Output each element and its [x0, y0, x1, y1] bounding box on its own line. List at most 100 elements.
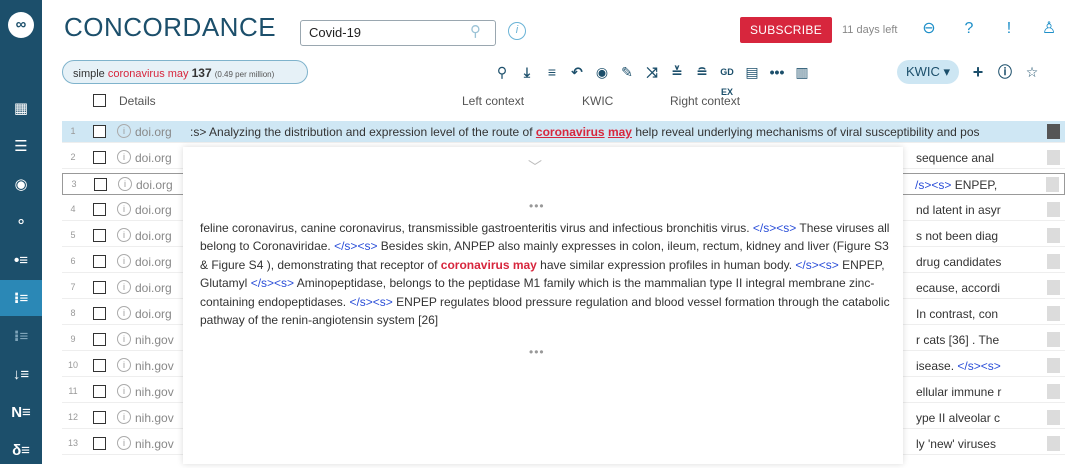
- document-icon[interactable]: [1047, 124, 1060, 139]
- row-checkbox[interactable]: [93, 385, 106, 398]
- query-count: 137: [191, 66, 212, 80]
- document-icon[interactable]: ▤: [742, 62, 762, 82]
- select-all-checkbox[interactable]: [93, 94, 106, 107]
- document-icon[interactable]: [1047, 358, 1060, 373]
- info-icon[interactable]: i: [117, 436, 131, 450]
- view-options-icon[interactable]: ≡: [542, 62, 562, 82]
- row-checkbox[interactable]: [93, 437, 106, 450]
- context-text: feline coronavirus, canine coronavirus, …: [200, 219, 900, 329]
- row-source[interactable]: doi.org: [135, 125, 172, 139]
- row-checkbox[interactable]: [93, 203, 106, 216]
- menu-icon[interactable]: ☰: [0, 128, 42, 164]
- info-icon[interactable]: i: [117, 358, 131, 372]
- query-summary[interactable]: simple coronavirus may 137 (0.49 per mil…: [62, 60, 308, 84]
- info-icon[interactable]: i: [117, 410, 131, 424]
- row-checkbox[interactable]: [94, 178, 107, 191]
- row-source[interactable]: doi.org: [135, 203, 172, 217]
- more-icon[interactable]: •••: [767, 62, 787, 82]
- sort-list-icon[interactable]: ↓≡: [0, 356, 42, 392]
- link-icon[interactable]: ⊖: [918, 18, 940, 40]
- info-icon[interactable]: ⓘ: [995, 62, 1015, 82]
- frequency-chart-icon[interactable]: ▥: [792, 62, 812, 82]
- document-icon[interactable]: [1047, 228, 1060, 243]
- info-icon[interactable]: i: [508, 22, 526, 40]
- ngram-icon[interactable]: N≡: [0, 394, 42, 430]
- row-checkbox[interactable]: [93, 281, 106, 294]
- document-icon[interactable]: [1047, 436, 1060, 451]
- expand-right-button[interactable]: •••: [529, 345, 545, 359]
- document-icon[interactable]: [1047, 306, 1060, 321]
- target-icon[interactable]: ◉: [0, 166, 42, 202]
- info-icon[interactable]: i: [118, 177, 132, 191]
- row-checkbox[interactable]: [93, 359, 106, 372]
- subscribe-button[interactable]: SUBSCRIBE: [740, 17, 832, 43]
- context-popup[interactable]: ﹀ ••• feline coronavirus, canine coronav…: [183, 147, 903, 464]
- keyword[interactable]: coronavirus: [536, 125, 605, 139]
- row-source[interactable]: doi.org: [135, 229, 172, 243]
- document-icon[interactable]: [1047, 202, 1060, 217]
- row-checkbox[interactable]: [93, 307, 106, 320]
- keyword[interactable]: may: [608, 125, 632, 139]
- filter-icon[interactable]: ≘: [692, 62, 712, 82]
- table-row[interactable]: 1 i doi.org :s> Analyzing the distributi…: [62, 121, 1065, 143]
- filter-icon[interactable]: ⚬: [0, 204, 42, 240]
- help-icon[interactable]: ?: [958, 18, 980, 40]
- document-icon[interactable]: [1047, 280, 1060, 295]
- row-source[interactable]: doi.org: [135, 151, 172, 165]
- document-icon[interactable]: [1047, 254, 1060, 269]
- chevron-down-icon[interactable]: ﹀: [528, 157, 542, 177]
- user-icon[interactable]: ♙: [1038, 18, 1060, 40]
- info-icon[interactable]: i: [117, 228, 131, 242]
- expand-left-button[interactable]: •••: [529, 199, 545, 213]
- document-icon[interactable]: [1047, 150, 1060, 165]
- document-icon[interactable]: [1047, 410, 1060, 425]
- row-source[interactable]: nih.gov: [135, 437, 174, 451]
- concordance-parallel-icon[interactable]: ⁝≡: [0, 318, 42, 354]
- add-icon[interactable]: +: [968, 62, 988, 82]
- favorite-star-icon[interactable]: ☆: [1022, 62, 1042, 82]
- row-source[interactable]: doi.org: [135, 255, 172, 269]
- document-icon[interactable]: [1047, 384, 1060, 399]
- feedback-icon[interactable]: !: [998, 18, 1020, 40]
- gdex-icon[interactable]: ✎: [617, 62, 637, 82]
- gdex-examples-icon[interactable]: GD EX: [717, 62, 737, 97]
- info-icon[interactable]: i: [117, 280, 131, 294]
- dashboard-icon[interactable]: ▦: [0, 90, 42, 126]
- row-checkbox[interactable]: [93, 151, 106, 164]
- row-checkbox[interactable]: [93, 411, 106, 424]
- eye-icon[interactable]: ◉: [592, 62, 612, 82]
- info-icon[interactable]: i: [117, 332, 131, 346]
- row-source[interactable]: nih.gov: [135, 411, 174, 425]
- keywords-icon[interactable]: δ≡: [0, 432, 42, 468]
- shuffle-icon[interactable]: ⤨: [642, 62, 662, 82]
- row-checkbox[interactable]: [93, 255, 106, 268]
- download-icon[interactable]: ⤓: [517, 62, 537, 82]
- info-icon[interactable]: i: [117, 150, 131, 164]
- info-icon[interactable]: i: [117, 306, 131, 320]
- row-source[interactable]: nih.gov: [135, 359, 174, 373]
- app-logo-icon[interactable]: ∞: [8, 12, 34, 38]
- sentence-tag: </s><s>: [752, 221, 797, 235]
- search-icon[interactable]: ⚲: [470, 22, 481, 40]
- info-icon[interactable]: i: [117, 254, 131, 268]
- search-icon[interactable]: ⚲: [492, 62, 512, 82]
- sort-icon[interactable]: ≚: [667, 62, 687, 82]
- row-source[interactable]: nih.gov: [135, 385, 174, 399]
- row-checkbox[interactable]: [93, 333, 106, 346]
- list-icon[interactable]: •≡: [0, 242, 42, 278]
- row-source[interactable]: doi.org: [135, 281, 172, 295]
- row-source[interactable]: doi.org: [135, 307, 172, 321]
- undo-icon[interactable]: ↶: [567, 62, 587, 82]
- row-source[interactable]: doi.org: [136, 178, 173, 192]
- search-input[interactable]: Covid-19: [300, 20, 496, 46]
- row-checkbox[interactable]: [93, 229, 106, 242]
- view-mode-dropdown[interactable]: KWIC ▾: [897, 60, 959, 84]
- document-icon[interactable]: [1046, 177, 1059, 192]
- row-checkbox[interactable]: [93, 125, 106, 138]
- info-icon[interactable]: i: [117, 202, 131, 216]
- document-icon[interactable]: [1047, 332, 1060, 347]
- concordance-icon[interactable]: ⁝≡: [0, 280, 42, 316]
- info-icon[interactable]: i: [117, 384, 131, 398]
- row-source[interactable]: nih.gov: [135, 333, 174, 347]
- info-icon[interactable]: i: [117, 124, 131, 138]
